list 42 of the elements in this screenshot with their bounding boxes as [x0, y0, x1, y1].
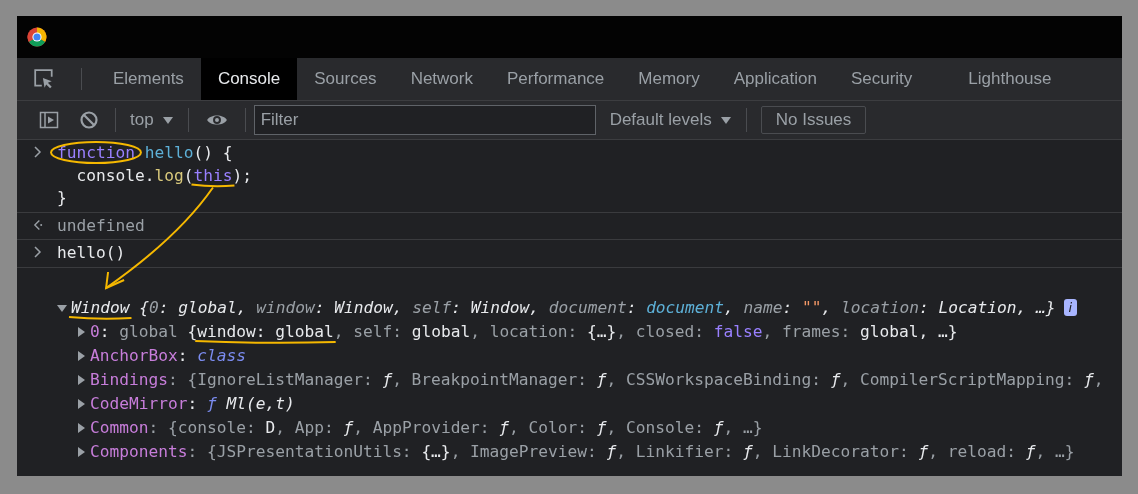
collapsed-triangle-icon[interactable] [76, 326, 86, 337]
expanded-triangle-icon[interactable] [57, 302, 67, 313]
tab[interactable]: Console [200, 58, 298, 100]
collapsed-triangle-icon[interactable] [76, 398, 86, 409]
caret-icon [161, 114, 174, 126]
object-property[interactable]: Components: {JSPresentationUtils: {…}, ImagePreview: ƒ, Linkifier: ƒ, LinkDecorator: ƒ, reload: ƒ, …} [90, 442, 1075, 461]
tab[interactable]: Security [833, 58, 930, 100]
code-line: function hello() { [57, 142, 233, 164]
collapsed-triangle-icon[interactable] [76, 350, 86, 361]
code-line: hello() [57, 242, 126, 264]
code-line: console.log(this); [75, 164, 252, 187]
chevron-icon [33, 146, 43, 158]
object-property[interactable]: 0: global {window: global, self: global, location: {…}, closed: false, frames: global, …} [90, 322, 958, 341]
return-value-icon [33, 218, 43, 231]
object-property[interactable]: Bindings: {IgnoreListManager: ƒ, BreakpointManager: ƒ, CSSWorkspaceBinding: ƒ, CompilerScriptMapping: ƒ, [90, 370, 1104, 389]
object-property[interactable]: Common: {console: D, App: ƒ, AppProvider: ƒ, Color: ƒ, Console: ƒ, …} [90, 418, 763, 437]
caret-icon [719, 114, 732, 126]
levels-dropdown[interactable]: Default levels [603, 110, 738, 130]
tab[interactable]: Performance [490, 58, 622, 100]
tab[interactable]: Application [716, 58, 834, 100]
collapsed-triangle-icon[interactable] [76, 422, 86, 433]
clear-console-icon[interactable] [79, 110, 99, 130]
object-preview[interactable]: Window {0: global, window: Window, self: Window, document: document, name: "", location: Location, …} [71, 298, 1056, 317]
issues-button[interactable]: No Issues [760, 106, 867, 134]
tab[interactable]: Memory [621, 58, 717, 100]
collapsed-triangle-icon[interactable] [76, 374, 86, 385]
tab[interactable]: Elements [96, 58, 201, 100]
collapsed-triangle-icon[interactable] [76, 446, 86, 457]
tab[interactable]: Network [393, 58, 490, 100]
object-property[interactable]: AnchorBox: class [90, 346, 246, 365]
inspect-cursor-icon[interactable] [33, 68, 55, 90]
chevron-icon [33, 246, 43, 258]
tab[interactable]: Lighthouse [951, 58, 1069, 100]
sidebar-toggle-icon[interactable] [39, 110, 59, 130]
object-property[interactable]: CodeMirror: ƒ Ml(e,t) [90, 394, 295, 413]
browser-logo-icon [27, 27, 47, 47]
filter-field[interactable]: Filter [253, 105, 596, 135]
tab[interactable]: Sources [297, 58, 394, 100]
info-badge[interactable]: i [1063, 299, 1078, 316]
code-line: } [57, 187, 67, 209]
context-dropdown[interactable]: top [124, 110, 180, 130]
result-value: undefined [57, 214, 145, 237]
